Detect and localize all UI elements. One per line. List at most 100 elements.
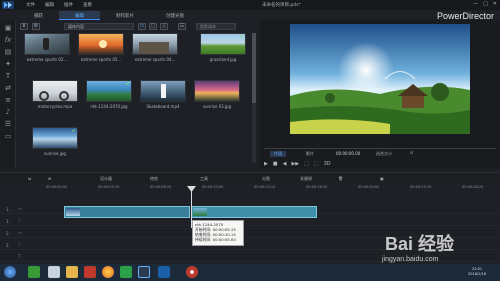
system-clock[interactable]: 22:01 2016/1/16 <box>468 267 486 276</box>
maximize-button[interactable]: □ <box>483 1 488 7</box>
timecode-display: 00:00:00.00 <box>336 151 361 156</box>
used-check-icon: ✔ <box>71 128 76 134</box>
media-item[interactable]: ✔ grassland.jpg <box>200 33 246 62</box>
scroll-thumb[interactable] <box>252 33 256 103</box>
designer-button[interactable]: 设计器 <box>100 176 112 182</box>
menu-plugins[interactable]: 插件 <box>64 2 73 8</box>
close-button[interactable]: ✕ <box>493 1 497 7</box>
taskbar-app-icon[interactable] <box>158 266 170 278</box>
preview-scrubber[interactable] <box>264 148 496 149</box>
track-title-icon[interactable]: T <box>18 255 21 260</box>
tab-edit[interactable]: 编辑 <box>59 11 100 20</box>
media-item[interactable]: ✔ sunrise.jpg <box>32 127 78 156</box>
track-lock-icon[interactable]: ▭ <box>18 231 22 236</box>
previous-frame-button[interactable]: ◀ <box>283 161 287 168</box>
media-item[interactable]: sunrise 03.jpg <box>194 80 240 109</box>
keyframe-button[interactable]: 关键帧 <box>300 176 312 182</box>
track-audio-icon[interactable]: ♪ <box>18 243 21 248</box>
fullscreen-icon[interactable]: ⬚ <box>314 161 319 168</box>
volume-icon[interactable]: ⬚ <box>304 161 309 168</box>
media-item[interactable]: motorcycles.mpo <box>32 80 78 109</box>
title-bar: 文件 编辑 插件 查看 未命名的项目.pds* — □ ✕ <box>0 0 500 10</box>
timeline-clip[interactable] <box>191 206 317 218</box>
timeline-ruler[interactable]: 00:00:00:00 00:00:03:10 00:00:06:20 00:0… <box>46 185 500 193</box>
folder-icon[interactable] <box>66 266 78 278</box>
media-thumbnail: ✔ <box>32 127 78 149</box>
trim-button[interactable]: 修剪 <box>150 176 158 182</box>
import-media-icon[interactable]: ⬇ <box>20 23 28 30</box>
ruler-tick: 00:00:00:00 <box>46 185 68 189</box>
audio-filter-icon[interactable]: ♫ <box>160 23 168 30</box>
view-options-icon[interactable]: ☷ <box>178 23 186 30</box>
ruler-tick: 00:00:20:00 <box>358 185 380 189</box>
mode-tabs: 捕获 编辑 制作影片 创建光盘 <box>18 11 258 20</box>
image-filter-icon[interactable]: ▢ <box>149 23 157 30</box>
clip-mode-button[interactable]: 片段 <box>270 151 286 157</box>
audio-mixing-icon[interactable]: ≡ <box>4 96 12 104</box>
media-name: extreme sports 04... <box>134 57 176 62</box>
stop-button[interactable]: ■ <box>273 161 278 168</box>
menu-bar: 文件 编辑 插件 查看 <box>26 2 92 8</box>
3d-toggle[interactable]: 3D <box>324 161 331 168</box>
snapshot-icon[interactable]: ⊡ <box>410 150 413 155</box>
transition-room-icon[interactable]: ⇄ <box>4 84 12 92</box>
start-button[interactable] <box>4 266 16 278</box>
media-name: grassland.jpg <box>209 57 237 62</box>
playback-bar: 片段 影片 00:00:00.00 适合大小 ⊡ <box>264 148 496 157</box>
track-lock-icon[interactable]: ▭ <box>18 207 22 212</box>
title-room-icon[interactable]: T <box>4 72 12 80</box>
taskbar-app-icon[interactable] <box>48 266 60 278</box>
tab-produce[interactable]: 制作影片 <box>100 11 150 20</box>
movie-mode-button[interactable]: 影片 <box>302 151 318 157</box>
track-manager-icon[interactable]: ⇆ <box>28 176 31 181</box>
media-library: extreme sports 02... extreme sports 05..… <box>18 33 253 168</box>
delete-icon[interactable]: 🗑 <box>338 176 343 181</box>
media-item[interactable]: extreme sports 05... <box>78 33 124 62</box>
preview-window[interactable] <box>290 24 470 134</box>
media-item[interactable]: ✔ ntk-1244-2070.jpg <box>86 80 132 109</box>
menu-edit[interactable]: 编辑 <box>45 2 54 8</box>
ruler-tick: 00:00:03:10 <box>98 185 120 189</box>
ruler-tick: 00:00:10:00 <box>202 185 224 189</box>
search-input[interactable]: 搜索媒体 <box>196 23 236 30</box>
window-controls: — □ ✕ <box>473 1 497 7</box>
media-room-icon[interactable]: ▣ <box>4 24 12 32</box>
split-button[interactable]: 分割 <box>262 176 270 182</box>
taskbar-app-icon[interactable] <box>28 266 40 278</box>
snap-icon[interactable]: ⊞ <box>48 176 51 181</box>
video-filter-icon[interactable]: ▭ <box>138 23 146 30</box>
library-scrollbar[interactable] <box>252 33 256 163</box>
media-item[interactable]: extreme sports 02... <box>24 33 70 62</box>
firefox-icon[interactable] <box>102 266 114 278</box>
audio-track-1: 1. ♪ <box>0 218 500 226</box>
pip-room-icon[interactable]: ▤ <box>4 48 12 56</box>
track-audio-icon[interactable]: ♪ <box>18 219 21 224</box>
taskbar-app-icon[interactable] <box>84 266 96 278</box>
library-filter-dropdown[interactable]: 媒体内容 <box>64 23 134 30</box>
plugin-icon[interactable]: ⚙ <box>32 23 40 30</box>
tab-create-disc[interactable]: 创建光盘 <box>150 11 200 20</box>
fast-forward-button[interactable]: ▶▶ <box>291 161 299 168</box>
tab-capture[interactable]: 捕获 <box>18 11 59 20</box>
timeline-clip[interactable] <box>64 206 190 218</box>
powerdirector-taskbar-icon[interactable] <box>138 266 150 278</box>
media-item[interactable]: Skateboard.mp4 <box>140 80 186 109</box>
recorder-icon[interactable] <box>186 266 198 278</box>
play-button[interactable]: ▶ <box>264 161 268 168</box>
windows-taskbar: 22:01 2016/1/16 <box>0 264 500 281</box>
menu-view[interactable]: 查看 <box>83 2 92 8</box>
media-thumbnail <box>140 80 186 102</box>
render-preview-icon[interactable]: ▣ <box>380 176 384 181</box>
subtitle-room-icon[interactable]: ▭ <box>4 132 12 140</box>
taskbar-app-icon[interactable] <box>120 266 132 278</box>
tools-button[interactable]: 工具 <box>200 176 208 182</box>
playhead-handle-icon[interactable] <box>187 186 196 192</box>
effects-room-icon[interactable]: fx <box>4 36 12 44</box>
menu-file[interactable]: 文件 <box>26 2 35 8</box>
media-item[interactable]: extreme sports 04... <box>132 33 178 62</box>
minimize-button[interactable]: — <box>473 1 478 7</box>
fit-size-select[interactable]: 适合大小 <box>376 151 392 157</box>
voice-over-icon[interactable]: ♪ <box>4 108 12 116</box>
chapter-room-icon[interactable]: ☰ <box>4 120 12 128</box>
particle-room-icon[interactable]: ✦ <box>4 60 12 68</box>
